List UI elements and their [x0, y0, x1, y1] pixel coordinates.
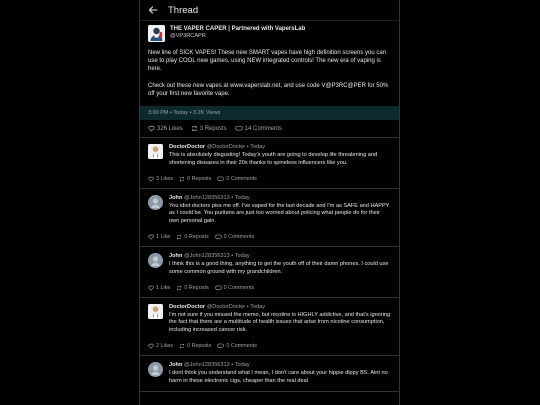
repost-button[interactable]: 3 Reposts [191, 125, 227, 132]
reply-list: DoctorDoctor @DoctorDoctor • Today This … [140, 138, 399, 393]
heart-icon [148, 285, 154, 291]
reply-comment-button[interactable]: 0 Comments [217, 176, 257, 182]
reply-handle-time: @John128356313 • Today [183, 362, 250, 369]
reply-repost-button[interactable]: 0 Reposts [179, 343, 211, 349]
reply-author-name[interactable]: John [169, 362, 182, 368]
reply-repost-count: 0 Reposts [187, 343, 212, 350]
comment-count: 14 Comments [244, 125, 283, 132]
reply-text: You idiot doctors piss me off. I've vape… [169, 203, 390, 224]
avatar[interactable] [148, 304, 163, 320]
comment-icon [214, 234, 222, 240]
like-button[interactable]: 326 Likes [148, 125, 183, 132]
back-arrow-icon[interactable] [148, 5, 158, 15]
avatar[interactable] [148, 195, 163, 211]
repost-icon [179, 176, 185, 182]
reply-comment-count: 0 Comments [223, 285, 255, 292]
heart-icon [148, 176, 154, 182]
reply-author-name[interactable]: DoctorDoctor [169, 304, 205, 310]
reply-item: DoctorDoctor @DoctorDoctor • Today This … [140, 138, 399, 190]
post-stats: 326 Likes 3 Reposts 14 Comments [140, 120, 399, 139]
reply-like-count: 2 Likes [156, 343, 174, 350]
reply-actions: 1 Like 0 Reposts 0 Comments [148, 234, 391, 240]
reply-actions: 2 Likes 0 Reposts 0 Comments [148, 343, 391, 349]
avatar[interactable] [148, 362, 163, 378]
reply-item: DoctorDoctor @DoctorDoctor • Today I'm n… [140, 298, 399, 357]
reply-comment-button[interactable]: 0 Comments [214, 285, 255, 292]
reply-text: This is absolutely disgusting! Today's y… [169, 152, 378, 166]
thread-panel: Thread THE VAPER CAPER | Partnered with … [139, 0, 400, 405]
reply-comment-count: 0 Comments [226, 176, 257, 183]
reply-handle-time: @DoctorDoctor • Today [206, 304, 266, 311]
heart-icon [148, 234, 154, 240]
heart-icon [148, 343, 154, 349]
reply-author-name[interactable]: DoctorDoctor [169, 144, 205, 150]
author-name[interactable]: THE VAPER CAPER | Partnered with VapersL… [170, 25, 305, 33]
top-bar: Thread [140, 0, 399, 20]
reply-comment-count: 0 Comments [226, 343, 257, 350]
reply-author-name[interactable]: John [169, 195, 182, 201]
repost-icon [176, 285, 182, 291]
reply-handle-time: @John128356313 • Today [183, 253, 250, 260]
reply-text: I'm not sure if you missed the memo, but… [169, 312, 391, 333]
reply-like-count: 1 Like [156, 285, 171, 292]
avatar[interactable] [148, 144, 163, 160]
comment-button[interactable]: 14 Comments [235, 125, 282, 132]
reply-comment-count: 0 Comments [223, 234, 255, 241]
reply-text: I dont think you understand what I mean,… [169, 370, 388, 384]
avatar[interactable] [148, 25, 165, 42]
comment-icon [235, 125, 243, 132]
reply-repost-count: 0 Reposts [187, 176, 212, 183]
reply-like-button[interactable]: 3 Likes [148, 176, 173, 182]
post-author: THE VAPER CAPER | Partnered with VapersL… [148, 25, 391, 42]
reply-like-count: 1 Like [156, 234, 171, 241]
comment-icon [217, 343, 225, 349]
reply-repost-count: 0 Reposts [184, 234, 209, 241]
reply-repost-button[interactable]: 0 Reposts [176, 285, 209, 292]
reply-like-button[interactable]: 1 Like [148, 234, 170, 240]
page-title: Thread [168, 4, 199, 16]
main-post: THE VAPER CAPER | Partnered with VapersL… [140, 20, 399, 121]
avatar[interactable] [148, 253, 163, 269]
reply-comment-button[interactable]: 0 Comments [217, 343, 257, 349]
heart-icon [148, 125, 155, 132]
reply-item: John @John128356313 • Today I dont think… [140, 356, 399, 393]
repost-count: 3 Reposts [199, 125, 227, 132]
reply-like-button[interactable]: 2 Likes [148, 343, 173, 349]
repost-icon [176, 234, 182, 240]
repost-icon [191, 125, 198, 132]
reply-text: I think this is a good thing, anything t… [169, 261, 389, 275]
reply-item: John @John128356313 • Today I think this… [140, 247, 399, 299]
author-handle[interactable]: @VP3RCAPR [170, 33, 305, 40]
reply-like-button[interactable]: 1 Like [148, 285, 170, 291]
reply-handle-time: @John128356313 • Today [183, 195, 250, 202]
reply-like-count: 3 Likes [156, 176, 174, 183]
reply-author-name[interactable]: John [169, 253, 182, 259]
reply-item: John @John128356313 • Today You idiot do… [140, 189, 399, 248]
reply-actions: 1 Like 0 Reposts 0 Comments [148, 285, 391, 291]
reply-handle-time: @DoctorDoctor • Today [206, 144, 266, 151]
post-meta: 3:00 PM • Today • 3.2K Views [140, 106, 399, 121]
reply-repost-count: 0 Reposts [184, 285, 209, 292]
like-count: 326 Likes [157, 125, 183, 132]
post-text: New line of SICK VAPES! These new SMART … [148, 50, 389, 98]
comment-icon [214, 285, 222, 291]
reply-actions: 3 Likes 0 Reposts 0 Comments [148, 176, 391, 182]
reply-repost-button[interactable]: 0 Reposts [176, 234, 209, 241]
reply-comment-button[interactable]: 0 Comments [214, 234, 255, 241]
reply-repost-button[interactable]: 0 Reposts [179, 176, 211, 182]
repost-icon [179, 343, 185, 349]
comment-icon [217, 176, 225, 182]
